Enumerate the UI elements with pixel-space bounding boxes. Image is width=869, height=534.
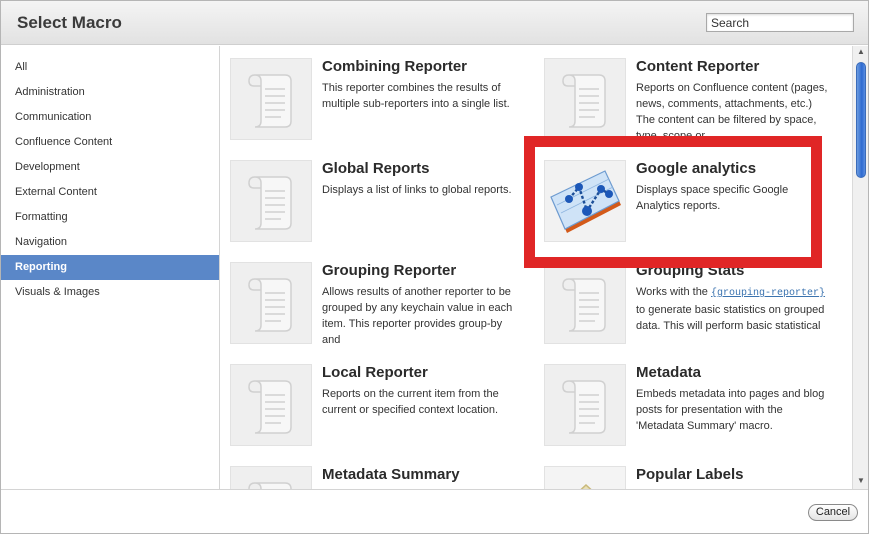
popular-labels-icon [544,466,626,489]
scroll-icon [230,364,312,446]
select-macro-dialog: Select Macro All Administration Communic… [0,0,869,534]
macro-title: Combining Reporter [322,58,467,75]
scroll-icon [230,58,312,140]
scroll-up-arrow-icon[interactable]: ▲ [853,46,868,58]
sidebar-item-external-content[interactable]: External Content [1,180,219,205]
macro-item-metadata-summary[interactable]: Metadata Summary [221,454,521,489]
dialog-footer: Cancel [1,489,868,533]
macro-item-metadata[interactable]: Metadata Embeds metadata into pages and … [535,352,835,446]
macro-item-combining-reporter[interactable]: Combining Reporter This reporter combine… [221,46,521,140]
macro-description: This reporter combines the results of mu… [322,82,510,110]
macro-title: Content Reporter [636,58,760,75]
macro-title: Grouping Stats [636,262,745,279]
macro-item-global-reports[interactable]: Global Reports Displays a list of links … [221,148,521,242]
macro-title: Local Reporter [322,364,428,381]
macro-item-content-reporter[interactable]: Content Reporter Reports on Confluence c… [535,46,835,140]
google-analytics-chart-icon [544,160,626,242]
dialog-header: Select Macro [1,1,868,45]
cancel-button[interactable]: Cancel [808,504,858,521]
macro-item-google-analytics[interactable]: Google analytics Displays space specific… [535,148,835,242]
description-text: Works with the [636,286,711,298]
sidebar-item-visuals-images[interactable]: Visuals & Images [1,280,219,305]
sidebar-item-navigation[interactable]: Navigation [1,230,219,255]
macro-description: Displays a list of links to global repor… [322,184,512,196]
scroll-icon [544,364,626,446]
macro-title: Global Reports [322,160,430,177]
macro-description: Reports on the current item from the cur… [322,388,499,416]
sidebar-item-reporting[interactable]: Reporting [1,255,219,280]
macro-title: Popular Labels [636,466,744,483]
scroll-down-arrow-icon[interactable]: ▼ [853,475,868,487]
macro-item-grouping-stats[interactable]: Grouping Stats Works with the {grouping-… [535,250,835,344]
macro-grid: Combining Reporter This reporter combine… [221,46,851,489]
macro-title: Google analytics [636,160,757,177]
scroll-icon [544,58,626,140]
sidebar-item-confluence-content[interactable]: Confluence Content [1,130,219,155]
sidebar-item-administration[interactable]: Administration [1,80,219,105]
macro-description: Works with the {grouping-reporter} to ge… [636,284,831,344]
scroll-icon [230,160,312,242]
macro-description: Reports on Confluence content (pages, ne… [636,82,828,140]
sidebar-item-all[interactable]: All [1,55,219,80]
search-input[interactable] [706,13,854,32]
dialog-title: Select Macro [17,13,122,32]
scroll-icon [230,466,312,489]
scrollbar-thumb[interactable] [856,62,866,178]
macro-item-local-reporter[interactable]: Local Reporter Reports on the current it… [221,352,521,446]
sidebar-item-communication[interactable]: Communication [1,105,219,130]
macro-item-grouping-reporter[interactable]: Grouping Reporter Allows results of anot… [221,250,521,344]
macro-title: Metadata Summary [322,466,460,483]
macro-item-popular-labels[interactable]: Popular Labels [535,454,835,489]
scroll-icon [230,262,312,344]
macro-description: Allows results of another reporter to be… [322,286,513,344]
grouping-reporter-link[interactable]: {grouping-reporter} [711,288,825,299]
category-sidebar: All Administration Communication Conflue… [1,46,220,489]
vertical-scrollbar[interactable]: ▲ ▼ [852,46,868,489]
macro-description: Displays space specific Google Analytics… [636,184,789,212]
macro-description: Embeds metadata into pages and blog post… [636,388,825,432]
macro-title: Grouping Reporter [322,262,457,279]
macro-title: Metadata [636,364,702,381]
sidebar-item-formatting[interactable]: Formatting [1,205,219,230]
sidebar-item-development[interactable]: Development [1,155,219,180]
description-text: to generate basic statistics on grouped … [636,304,825,332]
scroll-icon [544,262,626,344]
